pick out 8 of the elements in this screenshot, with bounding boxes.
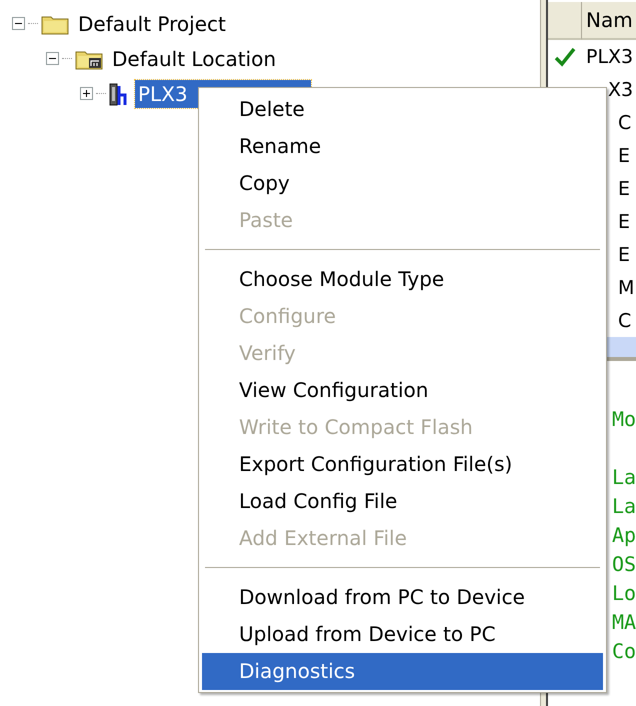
log-line: MA bbox=[612, 609, 636, 636]
log-line: Lo bbox=[612, 580, 636, 607]
log-line: Ap bbox=[612, 522, 636, 549]
log-line: Co bbox=[612, 638, 636, 665]
log-line: La bbox=[612, 464, 636, 491]
log-line: OS bbox=[612, 551, 636, 578]
log-line: La bbox=[612, 493, 636, 520]
log-line: Mo bbox=[612, 406, 636, 433]
